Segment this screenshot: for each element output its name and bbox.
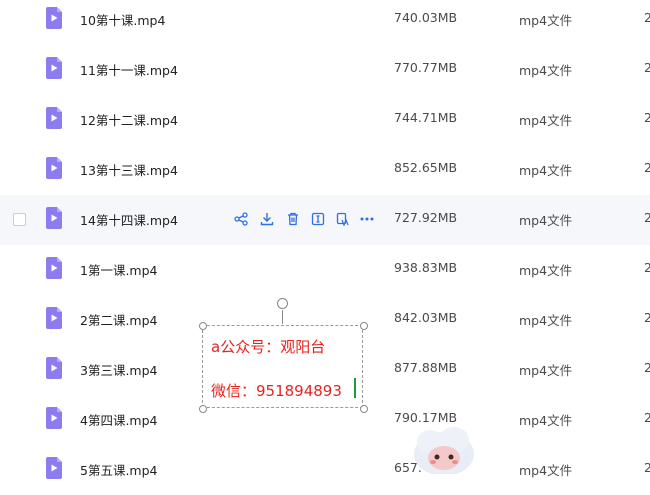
file-size: 727.92MB [394, 210, 458, 225]
file-type: mp4文件 [519, 13, 573, 28]
video-file-icon [46, 357, 62, 379]
file-type: mp4文件 [519, 263, 573, 278]
file-name[interactable]: 5第五课.mp4 [80, 460, 158, 479]
file-date: 2 [644, 10, 650, 25]
file-type: mp4文件 [519, 113, 573, 128]
file-type: mp4文件 [519, 363, 573, 378]
file-date: 2 [644, 310, 650, 325]
video-file-icon [46, 257, 62, 279]
file-row[interactable]: 10第十课.mp4 740.03MB mp4文件 2 [0, 0, 650, 45]
file-size: 842.03MB [394, 310, 458, 325]
video-file-icon [46, 157, 62, 179]
file-type: mp4文件 [519, 463, 573, 478]
resize-handle-tr[interactable] [360, 322, 368, 330]
more-icon[interactable] [359, 211, 375, 227]
file-date: 2 [644, 260, 650, 275]
file-name[interactable]: 14第十四课.mp4 [80, 210, 178, 229]
file-name[interactable]: 3第三课.mp4 [80, 360, 158, 379]
video-file-icon [46, 407, 62, 429]
file-date: 2 [644, 160, 650, 175]
copy-icon[interactable] [335, 211, 351, 227]
file-size: 938.83MB [394, 260, 458, 275]
file-name[interactable]: 12第十二课.mp4 [80, 110, 178, 129]
resize-handle-tl[interactable] [199, 322, 207, 330]
file-name[interactable]: 11第十一课.mp4 [80, 60, 178, 79]
cloud-mascot-icon[interactable] [410, 420, 478, 474]
file-row[interactable]: 1第一课.mp4 938.83MB mp4文件 2 [0, 245, 650, 295]
file-name[interactable]: 1第一课.mp4 [80, 260, 158, 279]
rotate-handle[interactable] [277, 298, 288, 309]
file-type: mp4文件 [519, 313, 573, 328]
video-file-icon [46, 307, 62, 329]
text-caret [354, 378, 356, 398]
annotation-line-1[interactable]: a公众号：观阳台 [211, 336, 325, 357]
video-file-icon [46, 7, 62, 29]
file-date: 2 [644, 210, 650, 225]
file-row[interactable]: 12第十二课.mp4 744.71MB mp4文件 2 [0, 95, 650, 145]
file-name[interactable]: 10第十课.mp4 [80, 10, 165, 29]
video-file-icon [46, 457, 62, 479]
file-name[interactable]: 13第十三课.mp4 [80, 160, 178, 179]
file-date: 2 [644, 410, 650, 425]
file-name[interactable]: 2第二课.mp4 [80, 310, 158, 329]
file-row[interactable]: 13第十三课.mp4 852.65MB mp4文件 2 [0, 145, 650, 195]
resize-handle-bl[interactable] [199, 405, 207, 413]
file-date: 2 [644, 460, 650, 475]
file-row[interactable]: 5第五课.mp4 657. mp4文件 2 [0, 445, 650, 495]
file-type: mp4文件 [519, 213, 573, 228]
file-date: 2 [644, 60, 650, 75]
file-name[interactable]: 4第四课.mp4 [80, 410, 158, 429]
file-type: mp4文件 [519, 63, 573, 78]
file-size: 877.88MB [394, 360, 458, 375]
download-icon[interactable] [259, 211, 275, 227]
file-row[interactable]: 14第十四课.mp4 727.92MB mp4文件 2 [0, 195, 650, 245]
delete-icon[interactable] [285, 211, 301, 227]
file-size: 740.03MB [394, 10, 458, 25]
file-date: 2 [644, 360, 650, 375]
file-size: 852.65MB [394, 160, 458, 175]
share-icon[interactable] [233, 211, 249, 227]
annotation-line-2[interactable]: 微信：951894893 [211, 380, 342, 401]
file-size: 744.71MB [394, 110, 458, 125]
file-type: mp4文件 [519, 413, 573, 428]
video-file-icon [46, 207, 62, 229]
file-type: mp4文件 [519, 163, 573, 178]
file-size: 770.77MB [394, 60, 458, 75]
video-file-icon [46, 107, 62, 129]
video-file-icon [46, 57, 62, 79]
rotate-handle-stem [282, 310, 283, 324]
file-date: 2 [644, 110, 650, 125]
resize-handle-br[interactable] [360, 405, 368, 413]
rename-icon[interactable] [310, 211, 326, 227]
row-checkbox[interactable] [13, 213, 26, 226]
file-row[interactable]: 11第十一课.mp4 770.77MB mp4文件 2 [0, 45, 650, 95]
